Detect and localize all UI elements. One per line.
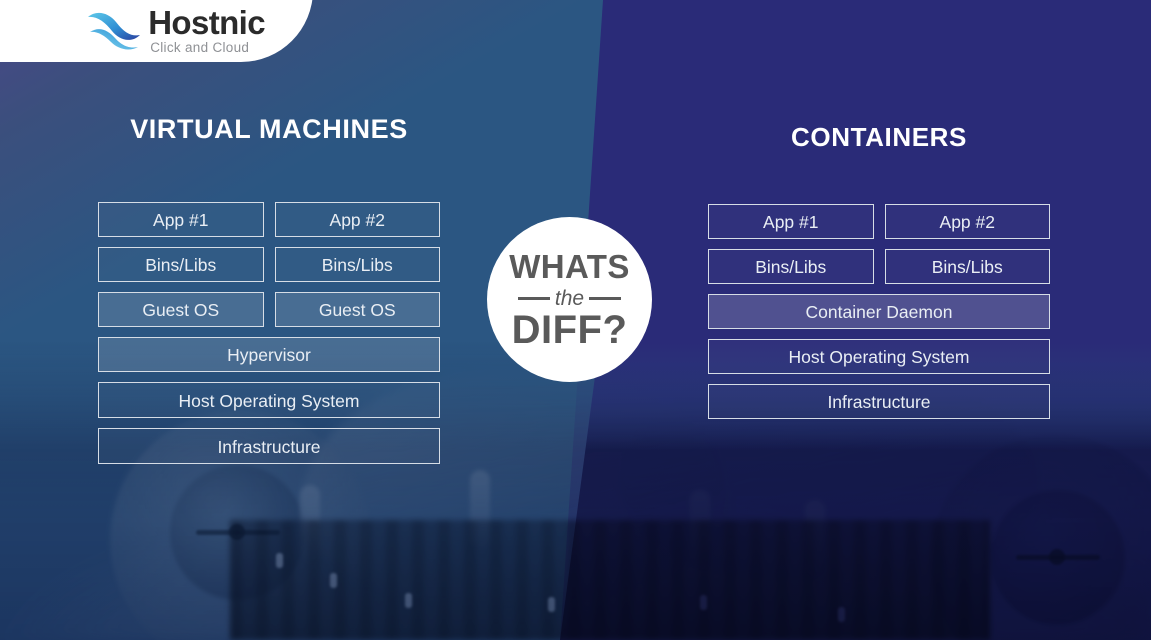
containers-heading: CONTAINERS (791, 122, 967, 152)
stack-row: App #1 App #2 (98, 202, 440, 237)
hostnic-wave-icon (86, 8, 144, 52)
logo[interactable]: Hostnic Click and Cloud (86, 6, 266, 55)
stack-box: App #2 (884, 204, 1050, 239)
badge-line-the: the (554, 286, 585, 310)
stack-row: Hypervisor (98, 337, 440, 372)
badge-line-diff: DIFF? (511, 307, 628, 352)
logo-banner: Hostnic Click and Cloud (0, 0, 313, 62)
virtual-machines-heading: VIRTUAL MACHINES (130, 114, 408, 144)
stack-box: App #1 (708, 204, 874, 239)
stack-box: Host Operating System (98, 382, 440, 418)
stack-box: Guest OS (98, 292, 264, 327)
stack-row: Container Daemon (708, 294, 1050, 329)
badge-line-the-group: the (517, 286, 622, 310)
virtual-machines-stack: App #1 App #2 Bins/Libs Bins/Libs Guest OS Gu… (98, 202, 440, 474)
stack-row: Host Operating System (708, 339, 1050, 374)
stack-box: Bins/Libs (98, 247, 264, 282)
whats-the-diff-badge: WHATS the DIFF? (487, 217, 652, 382)
stack-box: Bins/Libs (884, 249, 1050, 284)
badge-rule-left (517, 296, 550, 300)
stack-box: Host Operating System (708, 339, 1050, 374)
stack-box: Guest OS (274, 292, 440, 327)
stack-box: Infrastructure (98, 428, 440, 464)
logo-brand-name: Hostnic (148, 3, 265, 41)
stack-row: Infrastructure (708, 384, 1050, 419)
badge-line-whats: WHATS (509, 247, 630, 285)
stack-row: App #1 App #2 (708, 204, 1050, 239)
stack-row: Bins/Libs Bins/Libs (708, 249, 1050, 284)
badge-rule-right (589, 296, 622, 300)
stack-box: Bins/Libs (274, 247, 440, 282)
containers-stack: App #1 App #2 Bins/Libs Bins/Libs Container … (708, 204, 1050, 429)
slide-canvas: Hostnic Click and Cloud VIRTUAL MACHINES… (0, 0, 1151, 640)
stack-box: Hypervisor (98, 337, 440, 372)
stack-box: Infrastructure (708, 384, 1050, 419)
stack-box: Container Daemon (708, 294, 1050, 329)
logo-text-group: Hostnic Click and Cloud (148, 6, 265, 55)
stack-row: Guest OS Guest OS (98, 292, 440, 327)
stack-box: App #1 (98, 202, 264, 237)
stack-box: App #2 (274, 202, 440, 237)
stack-box: Bins/Libs (708, 249, 874, 284)
logo-tagline: Click and Cloud (150, 39, 250, 55)
stack-row: Bins/Libs Bins/Libs (98, 247, 440, 282)
stack-row: Host Operating System (98, 382, 440, 418)
stack-row: Infrastructure (98, 428, 440, 464)
